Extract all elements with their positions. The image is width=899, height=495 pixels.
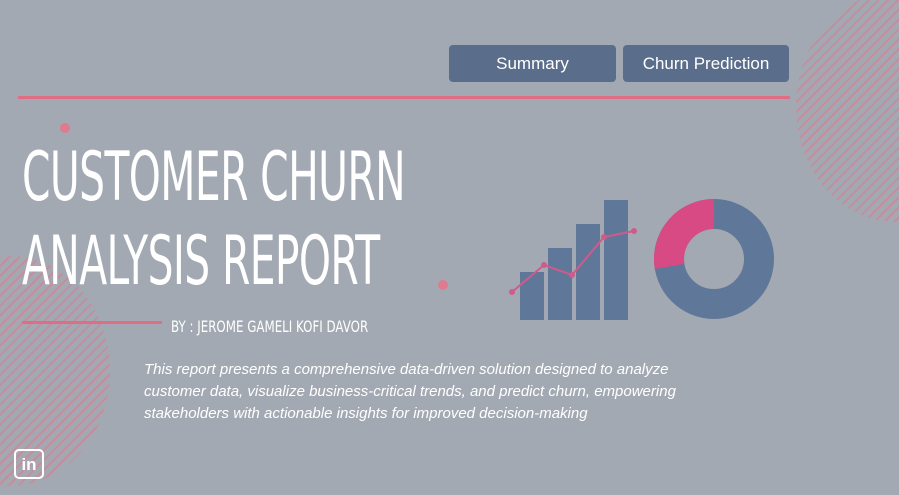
linkedin-icon-text: in [21, 454, 37, 474]
decorative-dot [438, 280, 448, 290]
summary-button[interactable]: Summary [449, 45, 616, 82]
hatched-circle-decoration [796, 0, 899, 222]
decorative-dot [60, 123, 70, 133]
title-line-1: CUSTOMER CHURN [22, 138, 406, 217]
trend-point-shape [541, 262, 547, 268]
donut-segment-shape [654, 199, 715, 269]
trend-point-shape [601, 234, 607, 240]
divider-line [18, 96, 790, 99]
report-description: This report presents a comprehensive dat… [144, 361, 676, 422]
trend-point-shape [569, 272, 575, 278]
trend-point-shape [509, 289, 515, 295]
bar-icon-shape [604, 200, 628, 320]
report-cover-page: Summary Churn Prediction CUSTOMER CHURN … [0, 0, 899, 495]
author-byline: BY : JEROME GAMELI KOFI DAVOR [171, 317, 369, 336]
bar-line-donut-chart-icon [509, 199, 774, 320]
trend-point-shape [631, 228, 637, 234]
bar-icon-shape [576, 224, 600, 320]
title-line-2: ANALYSIS REPORT [22, 222, 380, 301]
author-divider-line [22, 321, 162, 324]
churn-prediction-button[interactable]: Churn Prediction [623, 45, 789, 82]
report-title: CUSTOMER CHURN ANALYSIS REPORT [22, 136, 406, 304]
linkedin-icon[interactable]: in [14, 449, 44, 479]
bar-icon-shape [548, 248, 572, 320]
bar-icon-shape [520, 272, 544, 320]
